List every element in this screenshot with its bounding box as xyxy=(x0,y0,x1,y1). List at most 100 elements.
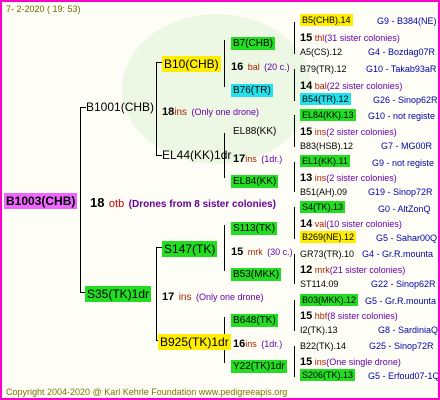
gen3-name: B53(MKK) xyxy=(231,268,282,281)
gen4-queen-origin: G10 - Takab93aR xyxy=(366,64,437,74)
inbreeding-note: (Only one drone) xyxy=(195,292,264,302)
gen4-sire-origin: G4 - Bozdag07R xyxy=(368,47,436,57)
root-inbreeding-value: 18 xyxy=(90,195,105,210)
gen3-node[interactable]: B7(CHB) xyxy=(231,34,276,50)
gen4-queen-name: S4(TK).13 xyxy=(300,201,346,213)
gen4-queen-name: B03(MKK).12 xyxy=(300,294,359,306)
root-node[interactable]: B1003(CHB) xyxy=(4,193,78,209)
gen2-inbreeding: 16 bal (20 c.) xyxy=(231,58,290,74)
inbreeding-note: (Only one drone) xyxy=(191,107,260,117)
gen3-node[interactable]: EL84(KK) xyxy=(231,172,279,188)
gen3-name: B648(TK) xyxy=(231,314,278,327)
gen1-inbreeding: 18ins (Only one drone) xyxy=(162,103,259,119)
inbreeding-note: (20 c.) xyxy=(264,62,290,72)
inbreeding-unit: ins xyxy=(174,107,188,118)
gen4-inbreeding: 15 hbf(8 sister colonies) xyxy=(300,311,398,322)
gen4-sire-origin: G8 - SardiniaQ xyxy=(378,325,439,335)
gen4-inbreeding: 13 ins(2 sister colonies) xyxy=(300,173,397,184)
inbreeding-note: (21 sister colonies) xyxy=(329,265,406,275)
gen4-inbreeding: 12 mrk(21 sister colonies) xyxy=(300,265,405,276)
timestamp: 7- 2-2020 ( 19: 53) xyxy=(6,4,81,14)
connector xyxy=(156,247,157,340)
gen2-node[interactable]: B925(TK)1dr xyxy=(158,334,231,350)
gen4-queen[interactable]: B03(MKK).12 xyxy=(300,294,359,306)
gen4-sire[interactable]: B54(TR).12 xyxy=(300,93,351,105)
gen4-queen[interactable]: EL1(KK).11 xyxy=(300,155,350,167)
gen4-queen-origin: G4 - Gr.R.mounta xyxy=(362,249,434,259)
inbreeding-value: 17 xyxy=(233,153,246,165)
gen4-queen[interactable]: B22(TK).14 xyxy=(300,342,346,351)
gen2-inbreeding: 15 mrk (30 c.) xyxy=(231,243,293,259)
gen1-inbreeding: 17 ins (Only one drone) xyxy=(162,288,264,304)
inbreeding-unit: mrk xyxy=(314,265,330,275)
gen4-queen-name: B5(CHB).14 xyxy=(300,14,353,26)
inbreeding-note: (1dr.) xyxy=(261,154,283,164)
gen4-queen[interactable]: EL84(KK).13 xyxy=(300,109,356,121)
gen4-sire-origin: G7 - MG00R xyxy=(381,141,433,151)
gen3-node[interactable]: S113(TK) xyxy=(231,219,278,235)
inbreeding-note: (31 sister colonies) xyxy=(324,33,400,43)
inbreeding-note: (2 sister colonies) xyxy=(326,127,397,137)
gen4-sire[interactable]: A5(CS).12 xyxy=(300,48,342,57)
gen4-inbreeding: 15 thl(31 sister colonies) xyxy=(300,33,400,44)
gen2-node[interactable]: EL44(KK)1dr xyxy=(162,149,231,161)
gen4-queen-name: EL84(KK).13 xyxy=(300,109,356,121)
inbreeding-note: (8 sister colonies) xyxy=(327,311,398,321)
gen4-queen[interactable]: GR73(TR).10 xyxy=(300,250,354,259)
inbreeding-unit: ins xyxy=(314,127,327,137)
gen2-node[interactable]: S147(TK) xyxy=(162,241,218,257)
inbreeding-value: 16 xyxy=(231,61,244,73)
gen4-queen-name: EL1(KK).11 xyxy=(300,155,350,167)
watermark-logo xyxy=(122,14,312,164)
inbreeding-note: (30 c.) xyxy=(267,247,293,257)
root-unit: otb xyxy=(108,198,125,210)
inbreeding-note: (2 sister colonies) xyxy=(326,173,397,183)
inbreeding-value: 15 xyxy=(300,356,313,368)
gen2-node[interactable]: B10(CHB) xyxy=(162,56,221,72)
connector xyxy=(156,62,157,155)
gen4-sire-origin: G19 - Sinop72R xyxy=(368,187,433,197)
gen4-sire-origin: G22 - Sinop62R xyxy=(371,279,436,289)
gen3-node[interactable]: Y22(TK)1dr xyxy=(231,357,287,373)
gen4-sire-origin: G26 - Sinop62R xyxy=(373,95,438,105)
inbreeding-unit: ins xyxy=(245,339,257,349)
gen2-name: B925(TK)1dr xyxy=(158,334,231,350)
gen2-name: B10(CHB) xyxy=(162,56,221,72)
inbreeding-unit: val xyxy=(314,219,327,229)
gen3-node[interactable]: EL88(KK) xyxy=(233,127,276,137)
connector xyxy=(294,22,295,54)
gen1-node[interactable]: S35(TK)1dr xyxy=(85,286,152,302)
gen4-sire[interactable]: B269(NE).12 xyxy=(300,231,357,243)
gen2-name: S147(TK) xyxy=(162,241,218,257)
connector xyxy=(294,300,295,331)
gen4-sire[interactable]: ST114.09 xyxy=(300,280,338,289)
gen3-node[interactable]: B648(TK) xyxy=(231,311,278,327)
gen4-inbreeding: 15 ins(2 sister colonies) xyxy=(300,127,397,138)
gen4-sire[interactable]: B51(AH).09 xyxy=(300,188,347,197)
gen3-name: S113(TK) xyxy=(231,222,278,235)
inbreeding-unit: ins xyxy=(178,292,192,303)
gen4-queen[interactable]: S4(TK).13 xyxy=(300,201,346,213)
gen3-node[interactable]: B76(TR) xyxy=(231,81,273,97)
gen1-node[interactable]: B1001(CHB) xyxy=(86,101,154,113)
connector xyxy=(80,107,81,292)
gen1-name: S35(TK)1dr xyxy=(85,286,152,302)
connector xyxy=(294,254,295,284)
gen4-sire[interactable]: I2(TK).13 xyxy=(300,326,338,335)
inbreeding-value: 18 xyxy=(162,106,175,118)
inbreeding-unit: ins xyxy=(314,357,327,367)
gen3-node[interactable]: B53(MKK) xyxy=(231,265,282,281)
gen4-queen[interactable]: B79(TR).12 xyxy=(300,65,347,74)
pedigree-canvas: 7- 2-2020 ( 19: 53) B1003(CHB) 18 otb (D… xyxy=(0,0,440,400)
gen2-inbreeding: 16ins (1dr.) xyxy=(233,335,282,351)
gen4-queen-origin: G25 - Sinop72R xyxy=(369,341,434,351)
gen4-sire[interactable]: B83(HSB).12 xyxy=(300,142,353,151)
gen4-queen[interactable]: B5(CHB).14 xyxy=(300,14,353,26)
gen4-sire[interactable]: S206(TK).13 xyxy=(300,369,356,381)
connector xyxy=(224,40,225,87)
gen4-inbreeding: 14 bal(22 sister colonies) xyxy=(300,81,402,92)
connector xyxy=(294,69,295,101)
root-note: (Drones from 8 sister colonies) xyxy=(128,199,276,210)
inbreeding-value: 14 xyxy=(300,80,313,92)
gen3-name: Y22(TK)1dr xyxy=(231,360,287,373)
